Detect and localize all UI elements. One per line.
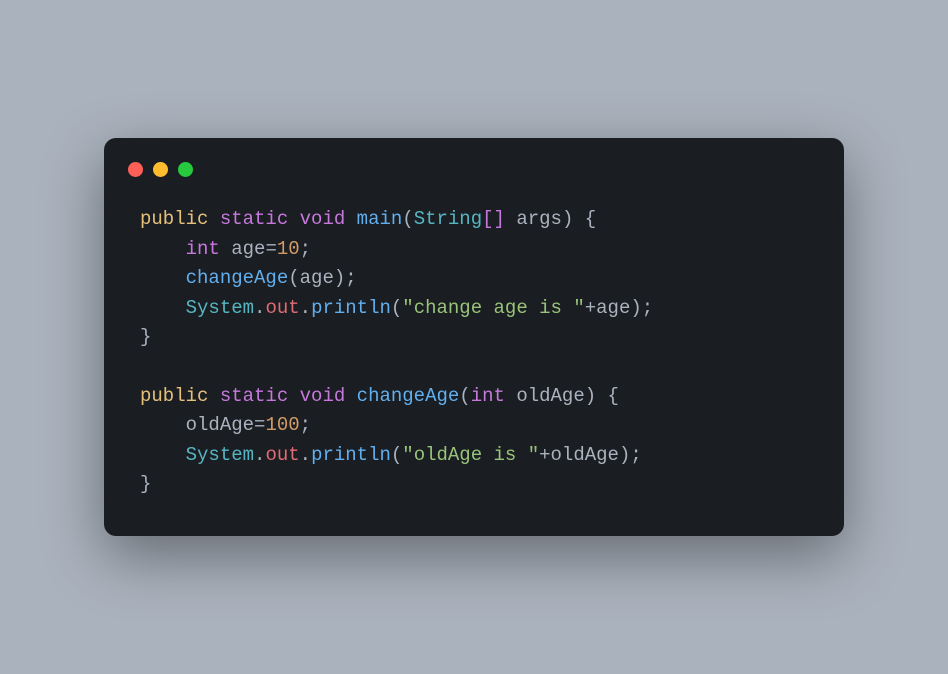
paren: ( <box>288 267 299 289</box>
param: args <box>505 208 562 230</box>
property: out <box>265 297 299 319</box>
semicolon: ; <box>642 297 653 319</box>
keyword-static: static <box>220 385 288 407</box>
blank-line <box>140 356 151 378</box>
dot: . <box>254 297 265 319</box>
operator: + <box>585 297 596 319</box>
semicolon: ; <box>300 238 311 260</box>
variable: age <box>596 297 630 319</box>
code-line: } <box>140 323 808 352</box>
code-line: oldAge=100; <box>140 411 808 440</box>
number: 100 <box>265 414 299 436</box>
class-name: System <box>186 444 254 466</box>
param: oldAge <box>505 385 585 407</box>
operator: + <box>539 444 550 466</box>
semicolon: ; <box>300 414 311 436</box>
function-call: println <box>311 297 391 319</box>
semicolon: ; <box>345 267 356 289</box>
function-name: main <box>357 208 403 230</box>
indent <box>140 414 186 436</box>
brace: } <box>140 473 151 495</box>
operator: = <box>265 238 276 260</box>
maximize-icon[interactable] <box>178 162 193 177</box>
brackets: [] <box>482 208 505 230</box>
keyword-static: static <box>220 208 288 230</box>
window-titlebar <box>104 162 844 205</box>
keyword-void: void <box>300 385 346 407</box>
string: "change age is " <box>402 297 584 319</box>
keyword-public: public <box>140 208 208 230</box>
minimize-icon[interactable] <box>153 162 168 177</box>
brace: { <box>573 208 596 230</box>
dot: . <box>300 297 311 319</box>
code-line <box>140 353 808 382</box>
indent <box>140 238 186 260</box>
code-line: System.out.println("oldAge is "+oldAge); <box>140 441 808 470</box>
type-name: String <box>414 208 482 230</box>
keyword-int: int <box>471 385 505 407</box>
keyword-void: void <box>300 208 346 230</box>
function-name: changeAge <box>357 385 460 407</box>
paren: ) <box>630 297 641 319</box>
paren: ( <box>402 208 413 230</box>
paren: ( <box>391 297 402 319</box>
code-block: public static void main(String[] args) {… <box>104 205 844 499</box>
code-line: public static void main(String[] args) { <box>140 205 808 234</box>
brace: { <box>596 385 619 407</box>
paren: ) <box>562 208 573 230</box>
code-line: changeAge(age); <box>140 264 808 293</box>
paren: ( <box>459 385 470 407</box>
function-call: changeAge <box>186 267 289 289</box>
code-window: public static void main(String[] args) {… <box>104 138 844 535</box>
indent <box>140 297 186 319</box>
code-line: public static void changeAge(int oldAge)… <box>140 382 808 411</box>
property: out <box>265 444 299 466</box>
variable: age <box>220 238 266 260</box>
variable: oldAge <box>186 414 254 436</box>
paren: ) <box>619 444 630 466</box>
semicolon: ; <box>630 444 641 466</box>
paren: ( <box>391 444 402 466</box>
paren: ) <box>334 267 345 289</box>
argument: age <box>300 267 334 289</box>
code-line: System.out.println("change age is "+age)… <box>140 294 808 323</box>
keyword-public: public <box>140 385 208 407</box>
keyword-int: int <box>186 238 220 260</box>
function-call: println <box>311 444 391 466</box>
dot: . <box>300 444 311 466</box>
dot: . <box>254 444 265 466</box>
indent <box>140 267 186 289</box>
number: 10 <box>277 238 300 260</box>
string: "oldAge is " <box>402 444 539 466</box>
code-line: int age=10; <box>140 235 808 264</box>
class-name: System <box>186 297 254 319</box>
close-icon[interactable] <box>128 162 143 177</box>
variable: oldAge <box>551 444 619 466</box>
code-line: } <box>140 470 808 499</box>
brace: } <box>140 326 151 348</box>
indent <box>140 444 186 466</box>
paren: ) <box>585 385 596 407</box>
operator: = <box>254 414 265 436</box>
